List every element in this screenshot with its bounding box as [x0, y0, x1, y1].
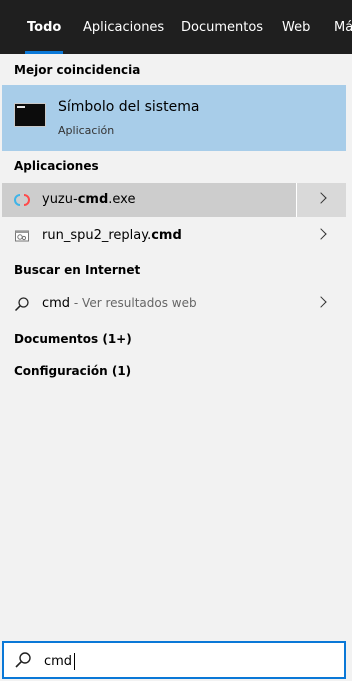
web-section-header: Buscar en Internet	[14, 263, 141, 277]
command-prompt-icon	[14, 103, 46, 127]
tab-all-label: Todo	[27, 19, 62, 35]
tab-apps[interactable]: Aplicaciones	[83, 0, 164, 54]
app-result-run-spu2-replay-label: run_spu2_replay.cmd	[42, 228, 182, 243]
app-result-yuzu[interactable]: yuzu-cmd.exe	[2, 183, 346, 217]
search-box[interactable]	[2, 641, 346, 679]
documents-section-header[interactable]: Documentos (1+)	[14, 332, 132, 346]
chevron-right-icon	[315, 296, 327, 308]
expand-web-result-button[interactable]	[297, 287, 346, 321]
search-icon	[15, 652, 31, 668]
tab-web-label: Web	[282, 19, 311, 35]
yuzu-icon	[14, 194, 30, 206]
tab-web[interactable]: Web	[282, 0, 310, 54]
text-caret	[74, 653, 75, 670]
expand-yuzu-button[interactable]	[297, 183, 346, 217]
search-input[interactable]	[44, 652, 324, 670]
tab-apps-label: Aplicaciones	[83, 19, 165, 35]
settings-section-header[interactable]: Configuración (1)	[14, 364, 131, 378]
best-match-header: Mejor coincidencia	[14, 63, 141, 77]
script-file-icon	[15, 230, 29, 242]
best-match-item[interactable]	[2, 85, 346, 151]
app-result-yuzu-label: yuzu-cmd.exe	[42, 192, 136, 207]
web-result-cmd[interactable]: cmd - Ver resultados web	[2, 287, 346, 321]
apps-section-header: Aplicaciones	[14, 159, 99, 173]
best-match-subtitle: Aplicación	[58, 124, 115, 137]
chevron-right-icon	[315, 192, 327, 204]
tab-documents-label: Documentos	[181, 19, 264, 35]
tab-more-label: Má	[334, 19, 352, 35]
expand-run-spu2-replay-button[interactable]	[297, 219, 346, 253]
chevron-right-icon	[315, 228, 327, 240]
web-result-label: cmd - Ver resultados web	[42, 296, 197, 311]
tab-all[interactable]: Todo	[24, 0, 64, 54]
tab-more[interactable]: Má	[334, 0, 352, 54]
best-match-title: Símbolo del sistema	[58, 99, 200, 115]
tab-documents[interactable]: Documentos	[181, 0, 263, 54]
search-icon	[14, 297, 29, 312]
app-result-run-spu2-replay[interactable]: run_spu2_replay.cmd	[2, 219, 346, 253]
search-filter-tabs: Todo Aplicaciones Documentos Web Má	[0, 0, 352, 54]
